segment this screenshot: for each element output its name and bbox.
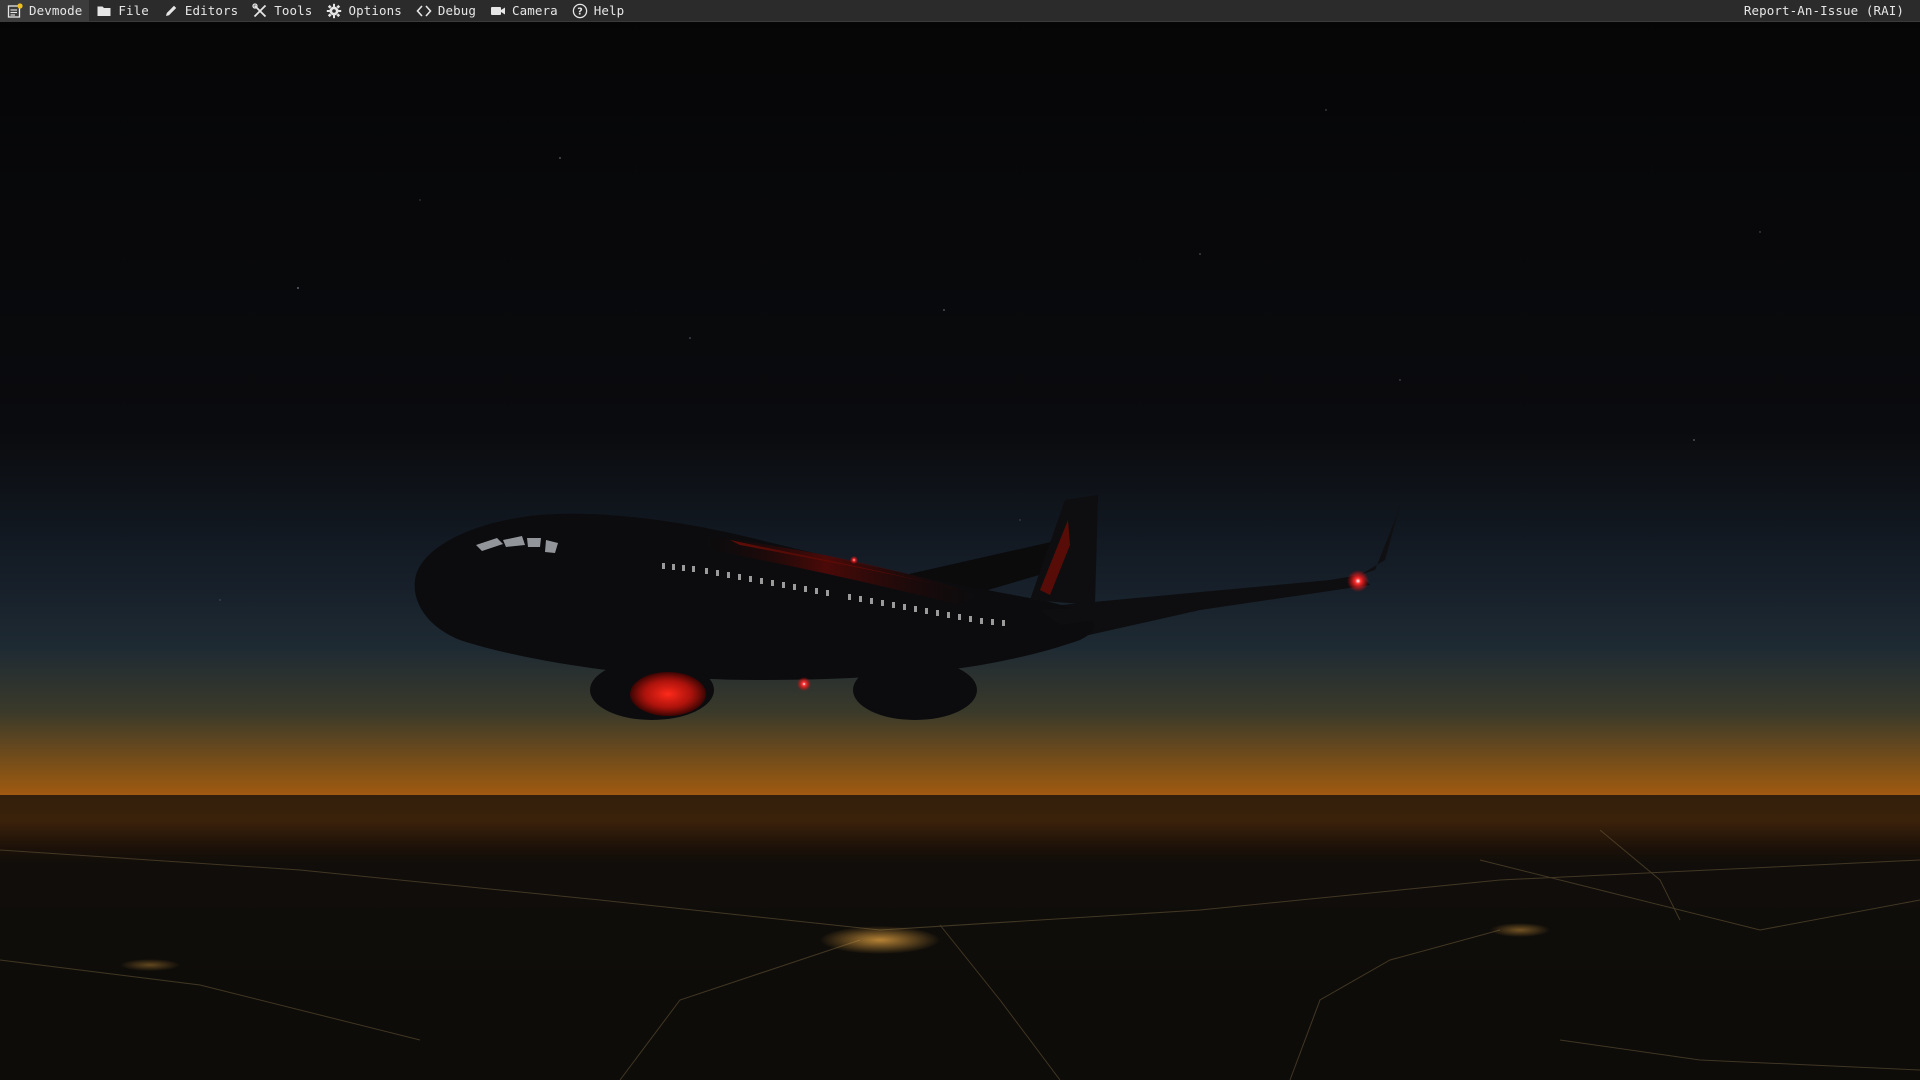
menu-tools-label: Tools xyxy=(274,3,313,18)
menu-camera[interactable]: Camera xyxy=(483,0,565,22)
menu-tools[interactable]: Tools xyxy=(245,0,319,22)
devmode-icon xyxy=(7,2,23,19)
menu-devmode[interactable]: Devmode xyxy=(0,0,90,22)
ground-terrain xyxy=(0,795,1920,1080)
report-an-issue-label: Report-An-Issue (RAI) xyxy=(1743,3,1904,18)
menu-file[interactable]: File xyxy=(89,0,156,22)
tools-icon xyxy=(252,2,268,19)
flight-scene xyxy=(0,0,1920,1080)
menu-devmode-label: Devmode xyxy=(29,3,83,18)
menu-help[interactable]: ? Help xyxy=(565,0,632,22)
city-lights-east xyxy=(1490,923,1550,937)
code-icon xyxy=(416,3,432,19)
menu-editors-label: Editors xyxy=(184,3,239,18)
city-lights xyxy=(820,926,940,954)
menu-file-label: File xyxy=(118,3,149,18)
top-menu-bar: Devmode File Editors Tools Options Debug xyxy=(0,0,1920,22)
menu-options[interactable]: Options xyxy=(319,0,408,22)
camera-icon xyxy=(490,3,506,19)
pencil-icon xyxy=(163,3,179,19)
menu-debug[interactable]: Debug xyxy=(409,0,483,22)
menu-camera-label: Camera xyxy=(511,3,558,18)
menu-options-label: Options xyxy=(348,3,402,18)
svg-text:?: ? xyxy=(577,6,583,17)
gear-icon xyxy=(326,3,342,19)
city-lights-west xyxy=(120,959,180,971)
folder-icon xyxy=(96,3,112,19)
viewport-scene[interactable] xyxy=(0,0,1920,1080)
menu-help-label: Help xyxy=(593,3,625,18)
report-an-issue-button[interactable]: Report-An-Issue (RAI) xyxy=(1737,0,1920,22)
menu-editors[interactable]: Editors xyxy=(156,0,245,22)
menu-debug-label: Debug xyxy=(437,3,476,18)
help-icon: ? xyxy=(572,3,588,19)
